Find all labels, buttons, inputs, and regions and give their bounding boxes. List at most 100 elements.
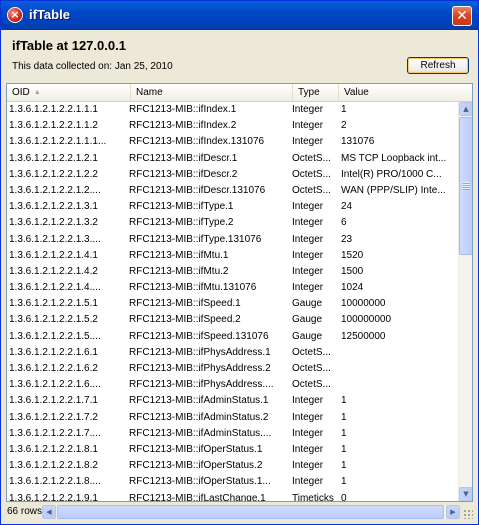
window-title: ifTable (29, 7, 70, 22)
cell-value: 10000000 (341, 298, 386, 310)
column-header-type[interactable]: Type (293, 84, 339, 101)
cell-value: 1 (341, 460, 347, 472)
refresh-button[interactable]: Refresh (407, 57, 469, 74)
table-row[interactable]: 1.3.6.1.2.1.2.2.1.6.... RFC1213-MIB::ifPh… (7, 377, 458, 393)
vertical-scrollbar[interactable]: ▲ ▼ (458, 102, 472, 501)
cell-name: RFC1213-MIB::ifType.131076 (129, 233, 262, 245)
cell-value: 1500 (341, 265, 364, 277)
resize-grip-icon[interactable] (463, 509, 473, 519)
table-row[interactable]: 1.3.6.1.2.1.2.2.1.5.1 RFC1213-MIB::ifSpee… (7, 296, 458, 312)
cell-oid: 1.3.6.1.2.1.2.2.1.4.1 (9, 249, 98, 261)
table-row[interactable]: 1.3.6.1.2.1.2.2.1.6.1 RFC1213-MIB::ifPhys… (7, 345, 458, 361)
horizontal-scrollbar[interactable]: ◀ ▶ (42, 505, 460, 519)
error-x-icon: × (7, 7, 23, 23)
scroll-down-button[interactable]: ▼ (459, 487, 472, 501)
cell-type: Integer (292, 476, 324, 488)
cell-name: RFC1213-MIB::ifOperStatus.1... (129, 476, 271, 488)
cell-oid: 1.3.6.1.2.1.2.2.1.5.... (9, 330, 101, 342)
cell-name: RFC1213-MIB::ifAdminStatus.1 (129, 395, 269, 407)
cell-oid: 1.3.6.1.2.1.2.2.1.6.1 (9, 346, 98, 358)
cell-name: RFC1213-MIB::ifPhysAddress.... (129, 379, 274, 391)
close-button[interactable]: ✕ (452, 6, 472, 26)
cell-oid: 1.3.6.1.2.1.2.2.1.4.... (9, 282, 101, 294)
cell-type: Timeticks (292, 492, 334, 502)
table-row[interactable]: 1.3.6.1.2.1.2.2.1.4.... RFC1213-MIB::ifMt… (7, 280, 458, 296)
table-row[interactable]: 1.3.6.1.2.1.2.2.1.2.2 RFC1213-MIB::ifDesc… (7, 167, 458, 183)
table-row[interactable]: 1.3.6.1.2.1.2.2.1.9.1 RFC1213-MIB::ifLast… (7, 491, 458, 502)
table-row[interactable]: 1.3.6.1.2.1.2.2.1.7.2 RFC1213-MIB::ifAdmi… (7, 410, 458, 426)
cell-type: OctetS... (292, 168, 331, 180)
vertical-scroll-thumb[interactable] (459, 117, 472, 255)
cell-oid: 1.3.6.1.2.1.2.2.1.9.1 (9, 492, 98, 502)
cell-oid: 1.3.6.1.2.1.2.2.1.7.1 (9, 395, 98, 407)
cell-name: RFC1213-MIB::ifIndex.2 (129, 120, 237, 132)
cell-type: Integer (292, 201, 324, 213)
cell-type: Integer (292, 460, 324, 472)
table-row[interactable]: 1.3.6.1.2.1.2.2.1.4.1 RFC1213-MIB::ifMtu.… (7, 248, 458, 264)
horizontal-scroll-thumb[interactable] (57, 505, 444, 519)
table-row[interactable]: 1.3.6.1.2.1.2.2.1.6.2 RFC1213-MIB::ifPhys… (7, 361, 458, 377)
iftable-window: × ifTable ✕ ifTable at 127.0.0.1 This da… (0, 0, 479, 525)
cell-value: 1 (341, 411, 347, 423)
cell-type: OctetS... (292, 152, 331, 164)
sort-ascending-icon: ▲ (33, 89, 41, 96)
cell-type: Integer (292, 104, 324, 115)
table-row[interactable]: 1.3.6.1.2.1.2.2.1.1.1... RFC1213-MIB::ifI… (7, 134, 458, 150)
cell-type: Gauge (292, 298, 323, 310)
cell-name: RFC1213-MIB::ifMtu.131076 (129, 282, 257, 294)
scroll-right-button[interactable]: ▶ (446, 505, 460, 519)
cell-name: RFC1213-MIB::ifDescr.2 (129, 168, 238, 180)
table-row[interactable]: 1.3.6.1.2.1.2.2.1.2.1 RFC1213-MIB::ifDesc… (7, 151, 458, 167)
cell-name: RFC1213-MIB::ifDescr.1 (129, 152, 238, 164)
cell-name: RFC1213-MIB::ifAdminStatus.2 (129, 411, 269, 423)
cell-type: OctetS... (292, 346, 331, 358)
cell-name: RFC1213-MIB::ifDescr.131076 (129, 184, 266, 196)
cell-name: RFC1213-MIB::ifOperStatus.1 (129, 443, 263, 455)
cell-type: Integer (292, 395, 324, 407)
table-body: 1.3.6.1.2.1.2.2.1.1.1 RFC1213-MIB::ifInde… (7, 102, 458, 502)
cell-name: RFC1213-MIB::ifType.2 (129, 217, 234, 229)
table-row[interactable]: 1.3.6.1.2.1.2.2.1.3.1 RFC1213-MIB::ifType… (7, 199, 458, 215)
table-row[interactable]: 1.3.6.1.2.1.2.2.1.1.1 RFC1213-MIB::ifInde… (7, 102, 458, 118)
column-header-name[interactable]: Name (131, 84, 293, 101)
cell-value (341, 361, 457, 377)
cell-name: RFC1213-MIB::ifSpeed.1 (129, 298, 241, 310)
cell-type: Integer (292, 265, 324, 277)
cell-name: RFC1213-MIB::ifIndex.1 (129, 104, 237, 115)
iftable-table: OID ▲ Name Type Value 1.3.6.1.2.1.2.2.1.1… (6, 83, 473, 502)
table-row[interactable]: 1.3.6.1.2.1.2.2.1.4.2 RFC1213-MIB::ifMtu.… (7, 264, 458, 280)
table-row[interactable]: 1.3.6.1.2.1.2.2.1.7.... RFC1213-MIB::ifAd… (7, 426, 458, 442)
cell-value (341, 377, 457, 393)
table-row[interactable]: 1.3.6.1.2.1.2.2.1.1.2 RFC1213-MIB::ifInde… (7, 118, 458, 134)
cell-oid: 1.3.6.1.2.1.2.2.1.8.2 (9, 460, 98, 472)
cell-name: RFC1213-MIB::ifSpeed.2 (129, 314, 241, 326)
table-row[interactable]: 1.3.6.1.2.1.2.2.1.3.... RFC1213-MIB::ifTy… (7, 232, 458, 248)
column-header-value[interactable]: Value (339, 84, 472, 101)
cell-name: RFC1213-MIB::ifPhysAddress.1 (129, 346, 271, 358)
cell-oid: 1.3.6.1.2.1.2.2.1.6.... (9, 379, 101, 391)
table-row[interactable]: 1.3.6.1.2.1.2.2.1.8.... RFC1213-MIB::ifOp… (7, 474, 458, 490)
cell-value: 1 (341, 427, 347, 439)
scroll-up-button[interactable]: ▲ (459, 102, 472, 116)
cell-name: RFC1213-MIB::ifType.1 (129, 201, 234, 213)
cell-type: Integer (292, 443, 324, 455)
table-row[interactable]: 1.3.6.1.2.1.2.2.1.7.1 RFC1213-MIB::ifAdmi… (7, 393, 458, 409)
table-row[interactable]: 1.3.6.1.2.1.2.2.1.2.... RFC1213-MIB::ifDe… (7, 183, 458, 199)
title-bar[interactable]: × ifTable ✕ (1, 1, 478, 30)
cell-name: RFC1213-MIB::ifMtu.1 (129, 249, 229, 261)
cell-type: Integer (292, 233, 324, 245)
table-row[interactable]: 1.3.6.1.2.1.2.2.1.8.2 RFC1213-MIB::ifOper… (7, 458, 458, 474)
table-row[interactable]: 1.3.6.1.2.1.2.2.1.8.1 RFC1213-MIB::ifOper… (7, 442, 458, 458)
column-header-oid[interactable]: OID ▲ (7, 84, 131, 101)
cell-name: RFC1213-MIB::ifAdminStatus.... (129, 427, 272, 439)
table-row[interactable]: 1.3.6.1.2.1.2.2.1.5.... RFC1213-MIB::ifSp… (7, 329, 458, 345)
table-row[interactable]: 1.3.6.1.2.1.2.2.1.3.2 RFC1213-MIB::ifType… (7, 215, 458, 231)
cell-value: 1 (341, 443, 347, 455)
table-row[interactable]: 1.3.6.1.2.1.2.2.1.5.2 RFC1213-MIB::ifSpee… (7, 312, 458, 328)
cell-type: Gauge (292, 330, 323, 342)
cell-name: RFC1213-MIB::ifMtu.2 (129, 265, 229, 277)
cell-value: 2 (341, 120, 347, 132)
scroll-left-button[interactable]: ◀ (42, 505, 56, 519)
chevron-up-icon: ▲ (463, 105, 469, 113)
cell-value: 23 (341, 233, 353, 245)
